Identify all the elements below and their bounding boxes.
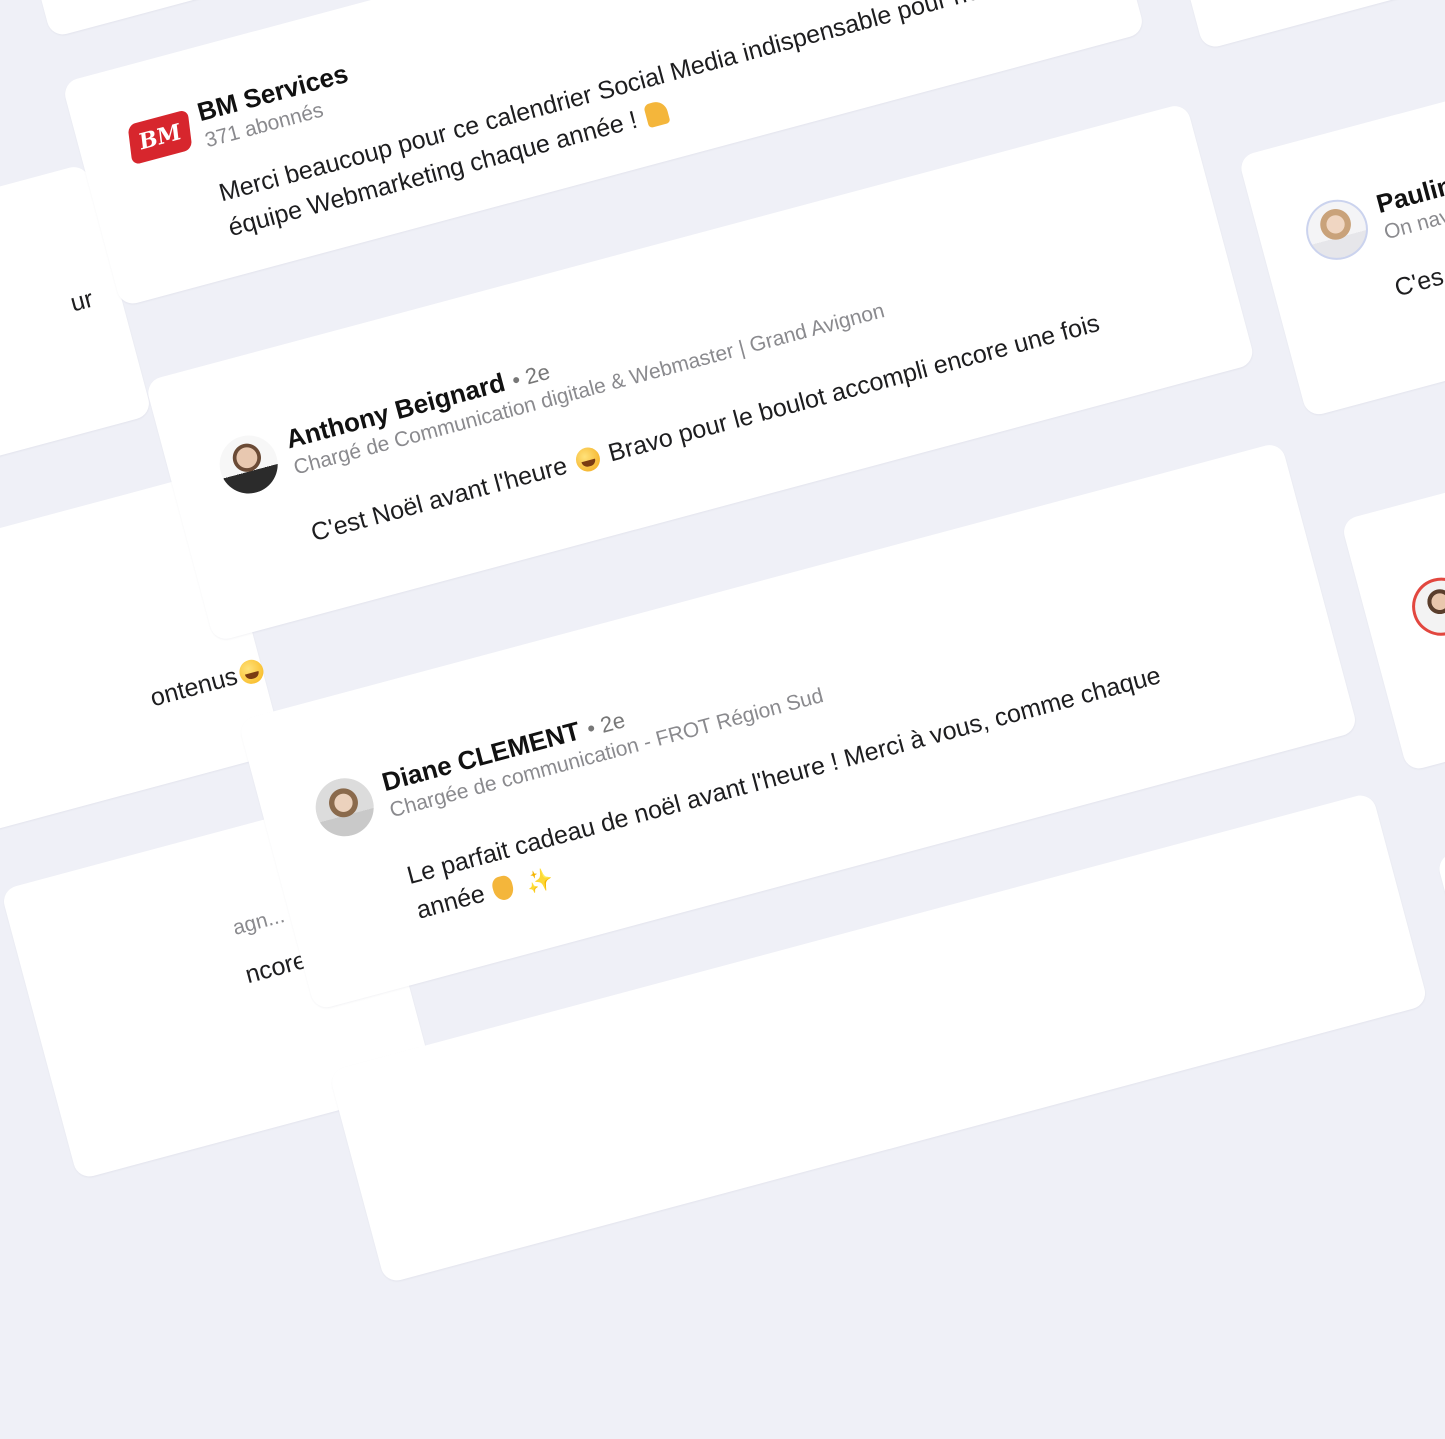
testimonial-text-content: ontenus <box>147 662 241 713</box>
author-avatar <box>1299 192 1375 267</box>
author-avatar <box>309 771 381 843</box>
testimonial-text: ontenus <box>147 654 269 713</box>
smiling-face-emoji <box>236 657 267 687</box>
author-meta: agn... <box>230 904 288 940</box>
ok-hand-emoji <box>490 873 517 903</box>
testimonial-text: ur <box>67 284 97 318</box>
grinning-face-emoji <box>573 444 603 475</box>
bm-services-logo: BM <box>127 109 193 166</box>
testimonial-card-right-top <box>1183 0 1445 51</box>
flexed-biceps-emoji <box>643 99 671 129</box>
testimonial-wall: ur ontenus agn... ncore que celui BM BM … <box>0 0 1445 1284</box>
testimonial-card-right-bottom <box>1435 754 1445 1071</box>
author-header: Paulin On nav <box>1299 169 1445 267</box>
testimonial-card-pauline: Paulin On nav C'es <box>1237 53 1445 418</box>
testimonial-text: C'es <box>1391 262 1445 303</box>
testimonial-card-right-mid <box>1340 417 1445 772</box>
author-avatar <box>1405 571 1445 643</box>
author-avatar <box>213 428 285 500</box>
sparkles-emoji: ✨ <box>523 865 556 897</box>
